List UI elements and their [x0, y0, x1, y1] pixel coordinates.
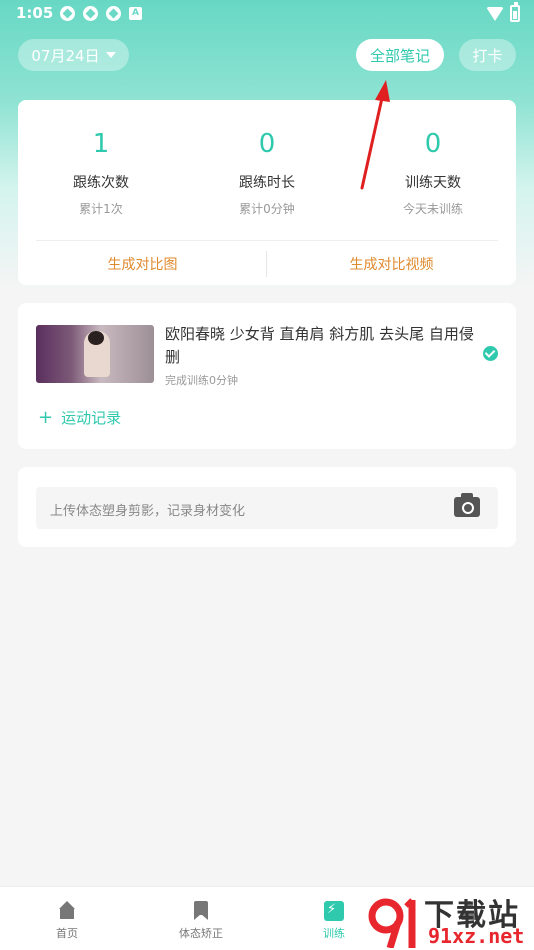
- upload-card: 上传体态塑身剪影，记录身材变化: [18, 467, 516, 547]
- exercise-record-button[interactable]: + 运动记录: [38, 407, 121, 428]
- stat-label: 跟练次数: [73, 175, 129, 191]
- checkin-button[interactable]: 打卡: [459, 39, 516, 71]
- stat-value: 0: [258, 129, 276, 159]
- app-notification-icon: [106, 6, 121, 21]
- chevron-down-icon: [105, 52, 116, 58]
- check-circle-icon: [483, 346, 498, 361]
- stat-sub: 累计0分钟: [239, 202, 295, 216]
- exercise-record-label: 运动记录: [61, 409, 122, 427]
- generate-compare-video-button[interactable]: 生成对比视频: [267, 254, 516, 274]
- upload-placeholder: 上传体态塑身剪影，记录身材变化: [50, 504, 246, 519]
- all-notes-button[interactable]: 全部笔记: [356, 39, 444, 71]
- watermark: 下载站 91xz.net: [364, 888, 534, 950]
- watermark-logo: [368, 898, 416, 948]
- system-status-icons: [486, 2, 520, 22]
- stat-training-days: 0 训练天数 今天未训练: [350, 126, 516, 217]
- divider: [36, 240, 498, 241]
- training-course-card: 欧阳春晓 少女背 直角肩 斜方肌 去头尾 自用侵删 完成训练0分钟 + 运动记录: [18, 303, 516, 449]
- bookmark-icon: [191, 901, 211, 921]
- stat-practice-duration: 0 跟练时长 累计0分钟: [184, 126, 350, 217]
- course-thumbnail[interactable]: [36, 325, 154, 383]
- app-notification-icon: [83, 6, 98, 21]
- date-label: 07月24日: [31, 46, 100, 65]
- thumbnail-figure-head: [88, 331, 104, 345]
- nav-label: 体态矫正: [179, 927, 223, 940]
- wifi-icon: [486, 6, 504, 21]
- date-selector[interactable]: 07月24日: [18, 39, 129, 71]
- nav-label: 首页: [56, 927, 78, 940]
- stat-value: 1: [92, 129, 110, 159]
- a-notification-icon: A: [129, 7, 142, 20]
- stat-value: 0: [424, 129, 442, 159]
- camera-icon[interactable]: [454, 493, 480, 517]
- plus-icon: +: [38, 406, 54, 428]
- stats-card: 1 跟练次数 累计1次 0 跟练时长 累计0分钟 0 训练天数 今天未训练 生成…: [18, 100, 516, 285]
- generate-compare-image-button[interactable]: 生成对比图: [18, 254, 267, 274]
- course-title[interactable]: 欧阳春晓 少女背 直角肩 斜方肌 去头尾 自用侵删: [165, 323, 485, 369]
- home-icon: [57, 901, 77, 921]
- status-bar: 1:05 A: [0, 0, 534, 28]
- nav-home[interactable]: 首页: [22, 901, 112, 941]
- status-time: 1:05: [16, 4, 54, 22]
- course-progress: 完成训练0分钟: [165, 374, 238, 387]
- stat-sub: 累计1次: [79, 202, 123, 216]
- nav-label: 训练: [323, 927, 345, 940]
- battery-icon: [510, 2, 520, 22]
- app-notification-icon: [60, 6, 75, 21]
- upload-silhouette-field[interactable]: 上传体态塑身剪影，记录身材变化: [36, 487, 498, 529]
- stat-label: 跟练时长: [239, 175, 295, 191]
- notification-icons: A: [60, 6, 142, 21]
- stat-sub: 今天未训练: [402, 202, 463, 216]
- stat-practice-count: 1 跟练次数 累计1次: [18, 126, 184, 217]
- nav-posture-correction[interactable]: 体态矫正: [156, 901, 246, 941]
- stat-label: 训练天数: [405, 175, 461, 191]
- lightning-icon: [324, 901, 344, 921]
- watermark-url: 91xz.net: [428, 924, 525, 948]
